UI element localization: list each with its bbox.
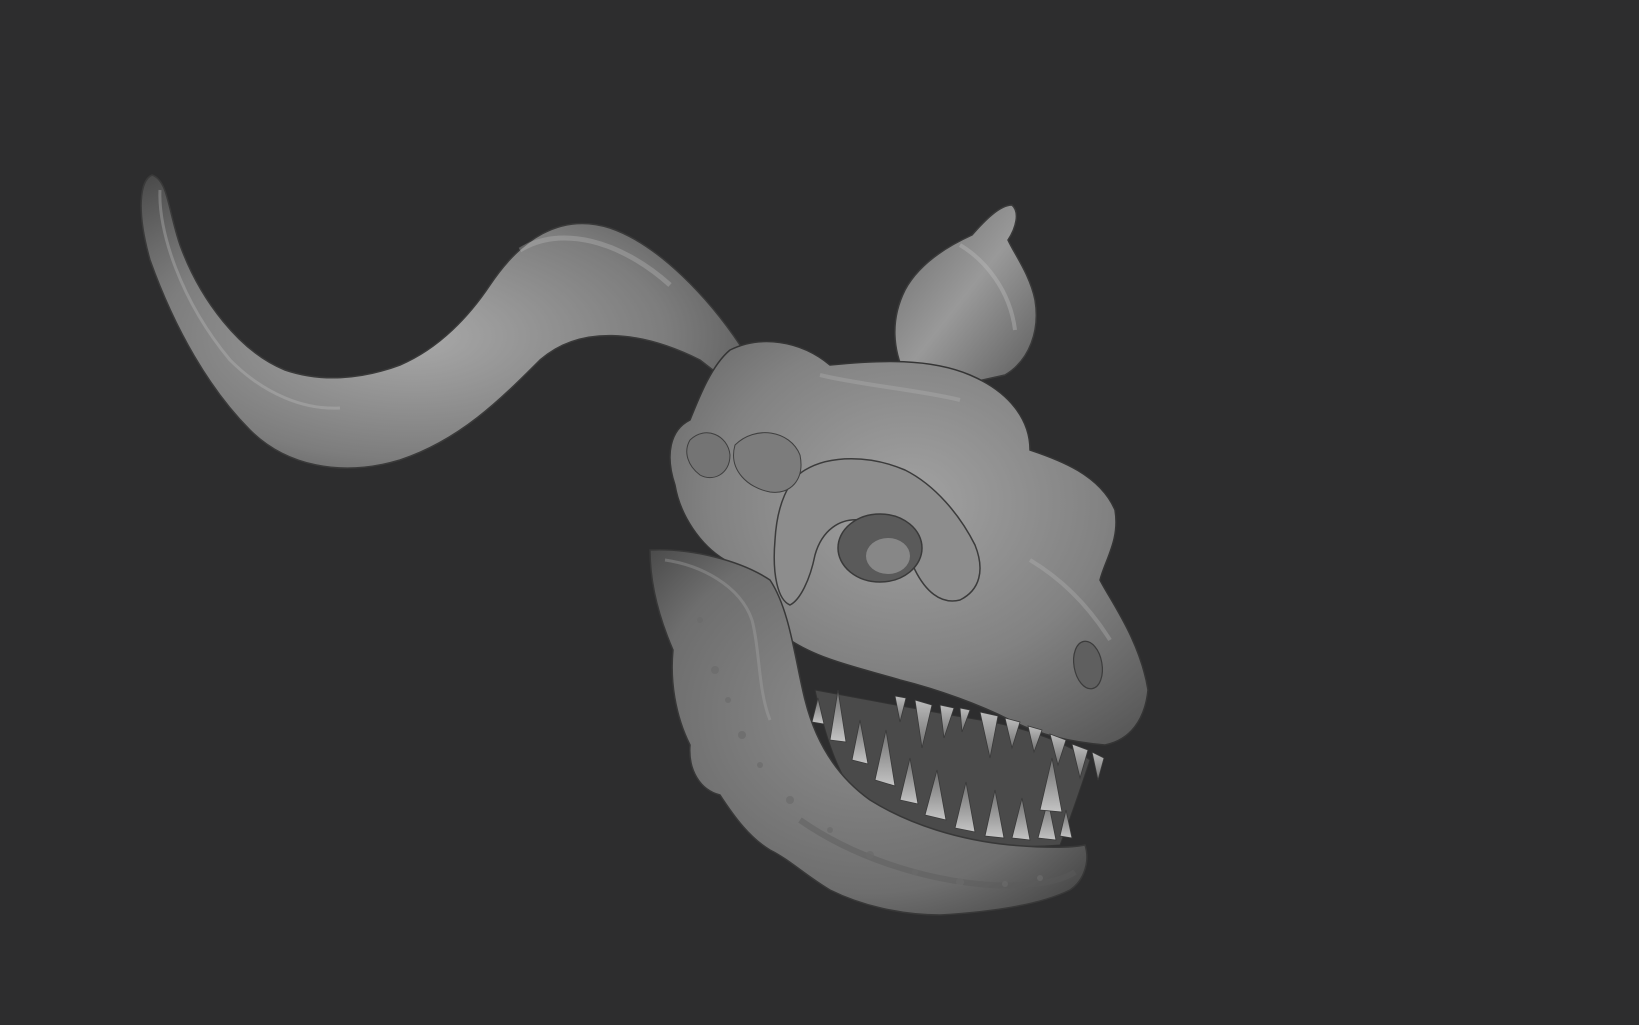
viewport-canvas[interactable] xyxy=(0,0,1639,1025)
left-horn xyxy=(140,174,746,469)
right-horn xyxy=(894,204,1037,386)
sculpt-viewport[interactable] xyxy=(0,0,1639,1025)
